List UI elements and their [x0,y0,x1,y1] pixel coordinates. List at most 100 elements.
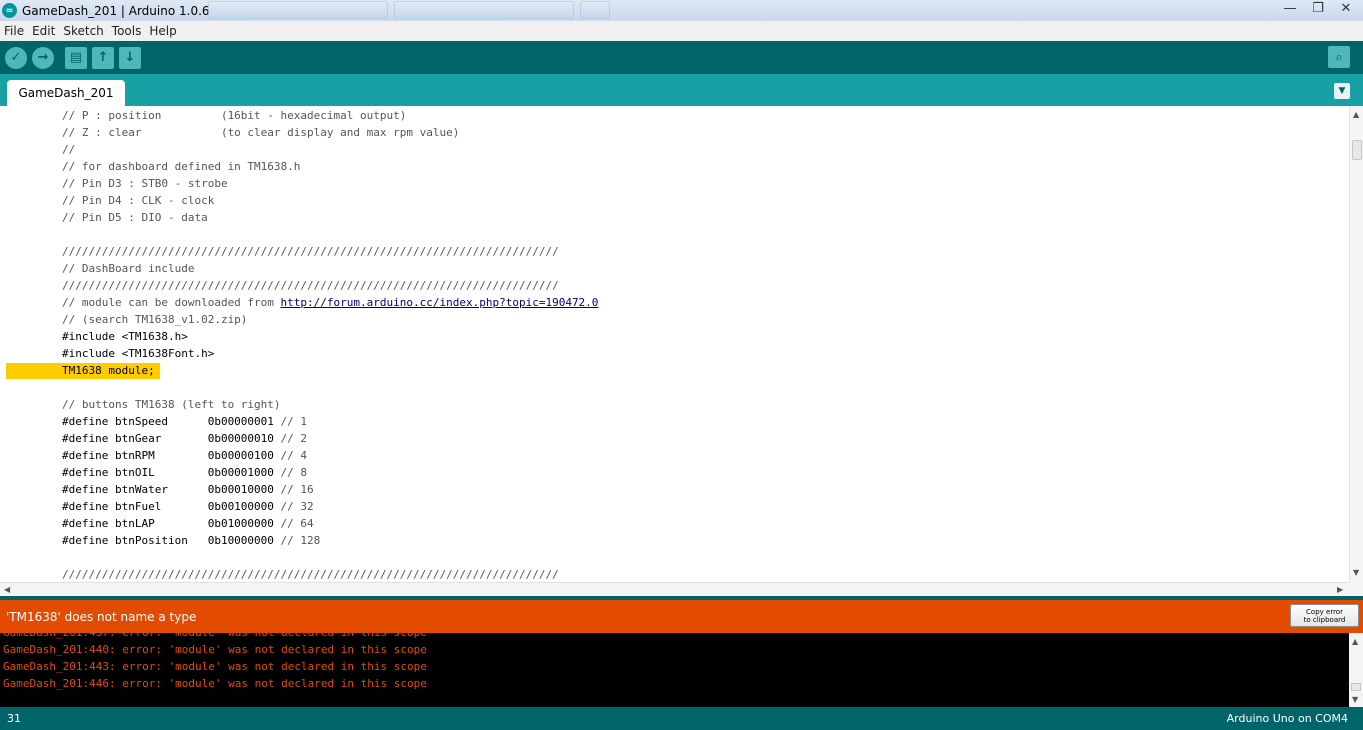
code-text: ////////////////////////////////////////… [62,568,559,581]
code-line: ////////////////////////////////////////… [62,566,559,582]
console-line: GameDash_201:440: error: 'module' was no… [3,643,427,656]
editor-vertical-scrollbar[interactable]: ▲ ▼ [1349,106,1363,582]
triangle-down-icon: ▼ [1338,86,1346,96]
code-line: // P : position (16bit - hexadecimal out… [62,107,406,124]
serial-monitor-button[interactable]: ⌕ [1328,46,1350,68]
code-comment: // 16 [273,483,314,496]
code-line: // (search TM1638_v1.02.zip) [62,311,247,328]
open-button[interactable]: ↑ [92,46,114,69]
editor-horizontal-scrollbar[interactable]: ◀ ▶ [0,582,1349,596]
window-title: GameDash_201 | Arduino 1.0.6 [22,3,210,18]
code-comment: // 128 [273,534,321,547]
code-line: // Pin D4 : CLK - clock [62,192,214,209]
close-button[interactable]: ✕ [1333,0,1359,17]
console-line: GameDash_201:443: error: 'module' was no… [3,660,427,673]
code-text: #include <TM1638Font.h> [62,347,215,360]
line-number: 31 [7,712,21,725]
code-line: #define btnGear 0b00000010 // 2 [62,430,307,447]
background-tabs [208,1,610,19]
code-text: // [62,143,76,156]
code-comment: // 32 [273,500,314,513]
background-tab [394,1,574,19]
scroll-down-icon[interactable]: ▼ [1352,695,1358,704]
console-line: GameDash_201:437: error: 'module' was no… [3,633,427,641]
menu-help[interactable]: Help [145,24,180,38]
code-text: ////////////////////////////////////////… [62,245,559,258]
code-text: #define btnSpeed 0b00000001 [62,415,274,428]
code-line: // buttons TM1638 (left to right) [62,396,281,413]
console-scrollbar[interactable]: ▲ ▼ [1349,633,1363,707]
console-output[interactable]: GameDash_201:437: error: 'module' was no… [0,633,1349,707]
code-comment: // 1 [273,415,308,428]
code-text: // for dashboard defined in TM1638.h [62,160,301,173]
scroll-thumb[interactable] [1351,683,1361,691]
menu-tools[interactable]: Tools [108,24,146,38]
code-line: #define btnPosition 0b10000000 // 128 [62,532,320,549]
status-bar: 31 Arduino Uno on COM4 [0,707,1363,730]
code-text: // (search TM1638_v1.02.zip) [62,313,248,326]
copy-error-label-line2: to clipboard [1303,616,1346,624]
code-text: // Z : clear (to clear display and max r… [62,126,460,139]
document-icon: ▤ [69,50,83,65]
code-editor[interactable]: // P : position (16bit - hexadecimal out… [0,106,1349,582]
maximize-button[interactable]: ❐ [1305,0,1331,17]
verify-button[interactable]: ✓ [5,46,27,69]
code-line: #define btnSpeed 0b00000001 // 1 [62,413,307,430]
code-text: #define btnGear 0b00000010 [62,432,274,445]
code-link[interactable]: http://forum.arduino.cc/index.php?topic=… [281,296,599,309]
code-text: #define btnRPM 0b00000100 [62,449,274,462]
upload-button[interactable]: → [32,46,54,69]
tab-gamedash-201[interactable]: GameDash_201 [7,80,125,106]
code-line: // for dashboard defined in TM1638.h [62,158,300,175]
code-comment: // 64 [273,517,314,530]
code-text: TM1638 module; [62,364,155,377]
code-line: TM1638 module; [62,362,155,379]
menu-edit[interactable]: Edit [28,24,59,38]
error-message: 'TM1638' does not name a type [6,610,197,624]
scroll-left-icon[interactable]: ◀ [4,585,10,594]
code-text: #define btnWater 0b00010000 [62,483,274,496]
code-line: #include <TM1638Font.h> [62,345,214,362]
code-text: ////////////////////////////////////////… [62,279,559,292]
tab-bar: GameDash_201 ▼ [0,74,1363,106]
code-line: ////////////////////////////////////////… [62,243,559,260]
console-line: GameDash_201:446: error: 'module' was no… [3,677,427,690]
background-tab [208,1,388,19]
code-line: ////////////////////////////////////////… [62,277,559,294]
code-text: // module can be downloaded from [62,296,281,309]
code-comment: // 2 [273,432,308,445]
copy-error-button[interactable]: Copy error to clipboard [1290,604,1359,627]
code-text: #include <TM1638.h> [62,330,188,343]
menu-sketch[interactable]: Sketch [59,24,107,38]
code-text: // DashBoard include [62,262,195,275]
board-port-label: Arduino Uno on COM4 [1226,712,1348,725]
code-text: #define btnFuel 0b00100000 [62,500,274,513]
arrow-right-icon: → [37,50,49,65]
arduino-logo-icon: ∞ [2,3,17,18]
scroll-right-icon[interactable]: ▶ [1337,585,1343,594]
scroll-down-icon[interactable]: ▼ [1353,568,1359,577]
minimize-button[interactable]: — [1277,0,1303,17]
copy-error-label-line1: Copy error [1306,608,1343,616]
code-line: #define btnFuel 0b00100000 // 32 [62,498,314,515]
save-button[interactable]: ↓ [119,46,141,69]
code-line: // Pin D3 : STB0 - strobe [62,175,228,192]
code-line: // [62,141,75,158]
menu-bar: File Edit Sketch Tools Help [0,21,1363,41]
menu-file[interactable]: File [0,24,28,38]
new-button[interactable]: ▤ [65,46,87,69]
code-text: // buttons TM1638 (left to right) [62,398,281,411]
code-line: #define btnOIL 0b00001000 // 8 [62,464,307,481]
code-comment: // 4 [273,449,308,462]
tab-menu-button[interactable]: ▼ [1334,83,1350,99]
arrow-up-icon: ↑ [97,50,109,65]
code-text: #define btnOIL 0b00001000 [62,466,274,479]
error-bar: 'TM1638' does not name a type Copy error… [0,600,1363,633]
code-comment: // 8 [273,466,308,479]
code-text: #define btnLAP 0b01000000 [62,517,274,530]
scroll-up-icon[interactable]: ▲ [1353,110,1359,119]
code-line: #define btnLAP 0b01000000 // 64 [62,515,314,532]
code-line: // module can be downloaded from http://… [62,294,598,311]
scroll-up-icon[interactable]: ▲ [1352,637,1358,646]
scroll-thumb[interactable] [1352,140,1362,160]
